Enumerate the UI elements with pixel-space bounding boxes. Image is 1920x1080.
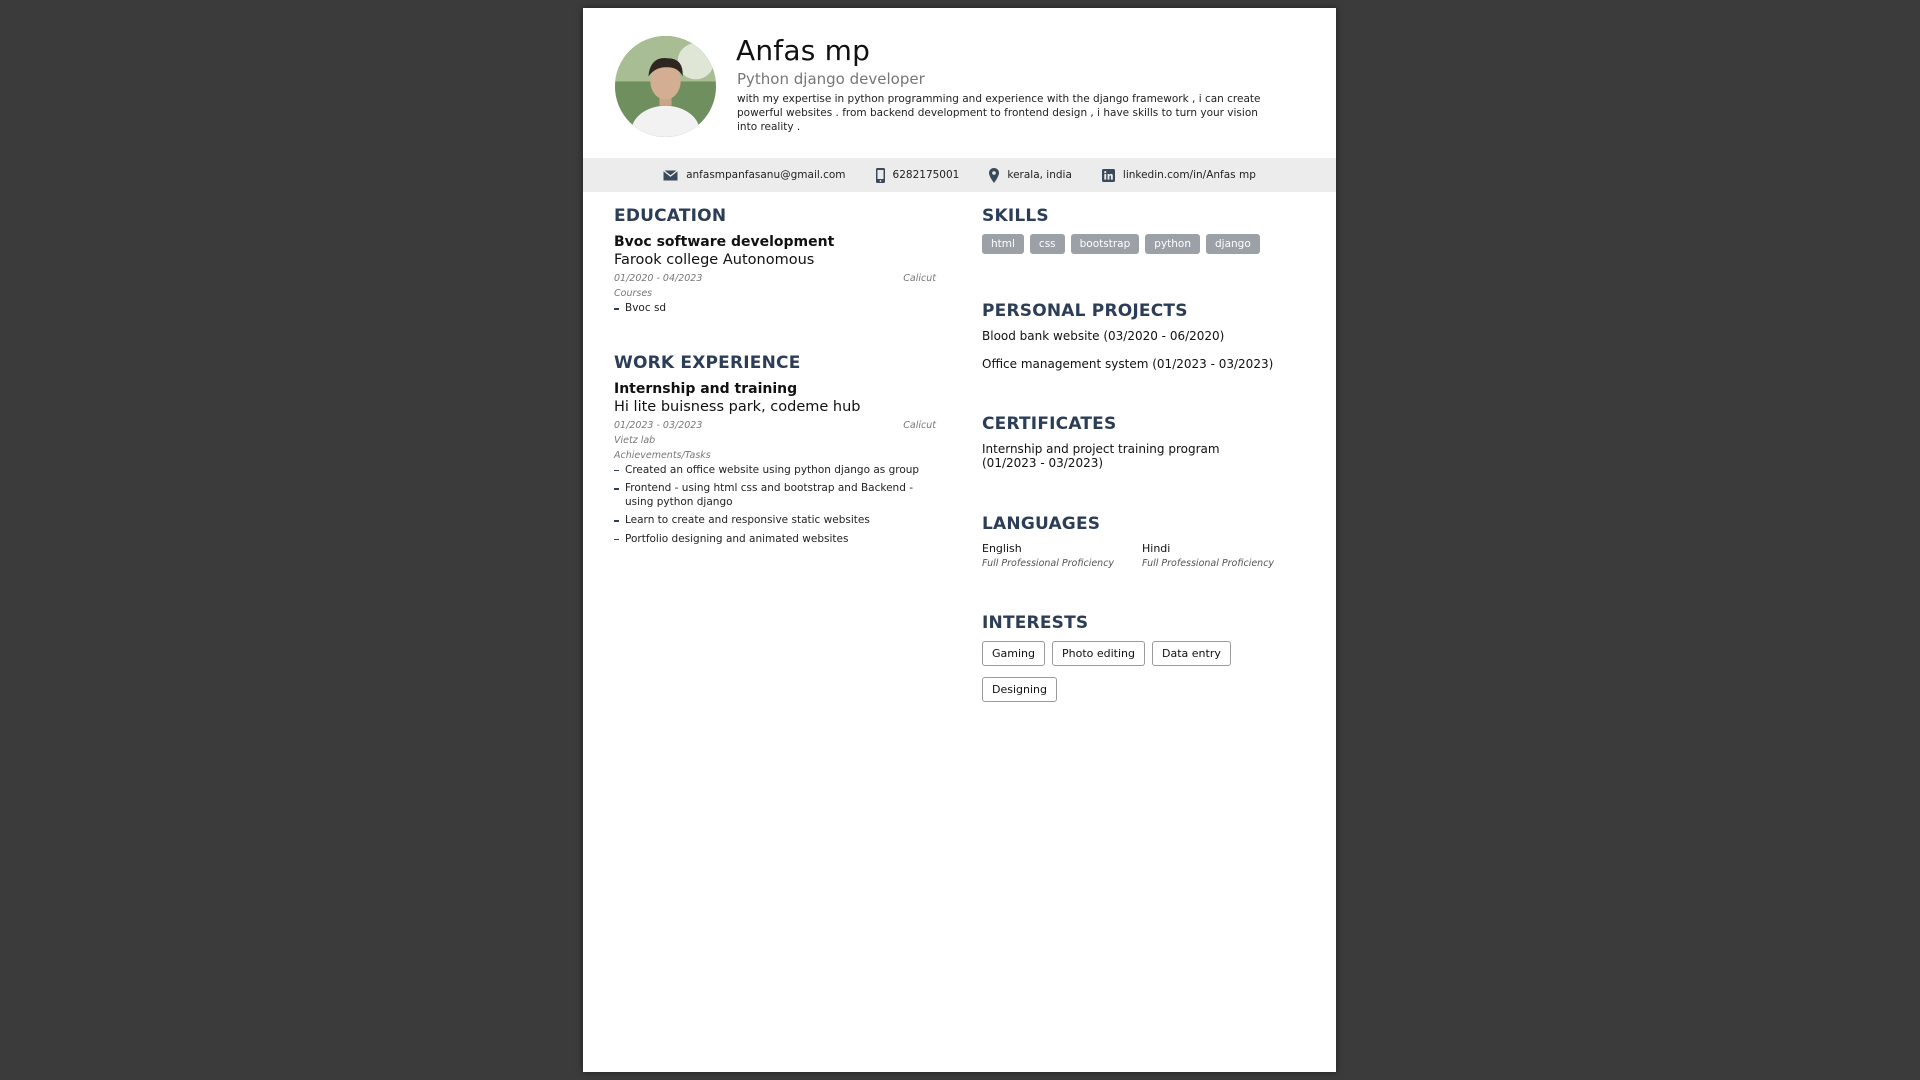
section-title-languages: LANGUAGES [982,514,1101,534]
email-text: anfasmpanfasanu@gmail.com [686,169,846,181]
courses-label: Courses [614,288,653,299]
section-title-certificates: CERTIFICATES [982,414,1117,434]
resume-header: Anfas mp Python django developer with my… [583,8,1336,158]
projects-section: PERSONAL PROJECTS Blood bank website (03… [982,301,1302,371]
education-meta: 01/2020 - 04/2023 Calicut [614,273,936,284]
languages-list: English Full Professional Proficiency Hi… [982,542,1302,569]
education-school: Farook college Autonomous [614,252,815,268]
profile-summary: with my expertise in python programming … [737,93,1261,133]
work-position: Internship and training [614,380,798,397]
interests-list: Gaming Photo editing Data entry Designin… [982,641,1302,702]
course-item: Bvoc sd [614,302,936,316]
contact-bar: anfasmpanfasanu@gmail.com 6282175001 ker… [583,158,1336,192]
location-icon [989,167,1000,183]
task-item: Created an office website using python d… [614,464,936,478]
skill-tag: css [1029,234,1065,254]
language-item: Hindi Full Professional Proficiency [1142,542,1302,569]
tasks-list: Created an office website using python d… [614,464,936,547]
section-title-education: EDUCATION [614,206,727,226]
work-org: Vietz lab [614,434,656,446]
skill-tag: bootstrap [1070,234,1140,254]
skill-tag: html [982,234,1024,254]
right-column: SKILLS html css bootstrap python django … [982,206,1302,702]
education-degree: Bvoc software development [614,234,835,250]
project-item: Office management system (01/2023 - 03/2… [982,357,1274,371]
section-title-work: WORK EXPERIENCE [614,352,801,373]
certificates-section: CERTIFICATES Internship and project trai… [982,414,1302,470]
candidate-name: Anfas mp [736,34,871,67]
email-icon [663,169,678,180]
interest-tag: Gaming [982,641,1045,666]
section-title-skills: SKILLS [982,206,1049,226]
left-column: EDUCATION Bvoc software development Faro… [614,206,936,551]
phone-icon [875,167,885,183]
skills-section: SKILLS html css bootstrap python django [982,206,1302,254]
project-item: Blood bank website (03/2020 - 06/2020) [982,329,1225,343]
contact-location: kerala, india [989,167,1072,183]
interests-section: INTERESTS Gaming Photo editing Data entr… [982,613,1302,702]
task-item: Frontend - using html css and bootstrap … [614,482,936,509]
skill-tag: python [1145,234,1201,254]
candidate-role: Python django developer [737,70,925,88]
contact-email[interactable]: anfasmpanfasanu@gmail.com [663,169,846,181]
education-section: EDUCATION Bvoc software development Faro… [614,206,936,316]
linkedin-text: linkedin.com/in/Anfas mp [1122,169,1256,181]
contact-phone[interactable]: 6282175001 [875,167,960,183]
resume-page: Anfas mp Python django developer with my… [583,8,1336,1072]
work-company: Hi lite buisness park, codeme hub [614,398,861,415]
work-meta: 01/2023 - 03/2023 Calicut [614,420,936,431]
education-location: Calicut [903,273,936,284]
section-title-projects: PERSONAL PROJECTS [982,301,1188,321]
interest-tag: Designing [982,677,1057,702]
location-text: kerala, india [1007,169,1072,181]
task-item: Portfolio designing and animated website… [614,533,936,547]
certificate-item: Internship and project training program … [982,442,1220,470]
avatar [615,36,716,137]
work-section: WORK EXPERIENCE Internship and training … [614,353,936,547]
work-location: Calicut [903,419,936,431]
skills-list: html css bootstrap python django [982,234,1302,254]
section-title-interests: INTERESTS [982,613,1089,633]
language-level: Full Professional Proficiency [1142,558,1275,569]
language-level: Full Professional Proficiency [982,558,1115,569]
language-name: Hindi [1142,542,1171,555]
task-item: Learn to create and responsive static we… [614,514,936,528]
education-dates: 01/2020 - 04/2023 [614,273,703,284]
linkedin-icon [1101,168,1115,182]
phone-text: 6282175001 [892,169,960,181]
skill-tag: django [1206,234,1260,254]
contact-linkedin[interactable]: linkedin.com/in/Anfas mp [1101,168,1256,182]
interest-tag: Data entry [1152,641,1231,666]
language-item: English Full Professional Proficiency [982,542,1142,569]
work-dates: 01/2023 - 03/2023 [614,419,703,431]
interest-tag: Photo editing [1052,641,1146,666]
languages-section: LANGUAGES English Full Professional Prof… [982,514,1302,569]
language-name: English [982,542,1022,555]
courses-list: Bvoc sd [614,302,936,316]
tasks-label: Achievements/Tasks [614,449,711,461]
